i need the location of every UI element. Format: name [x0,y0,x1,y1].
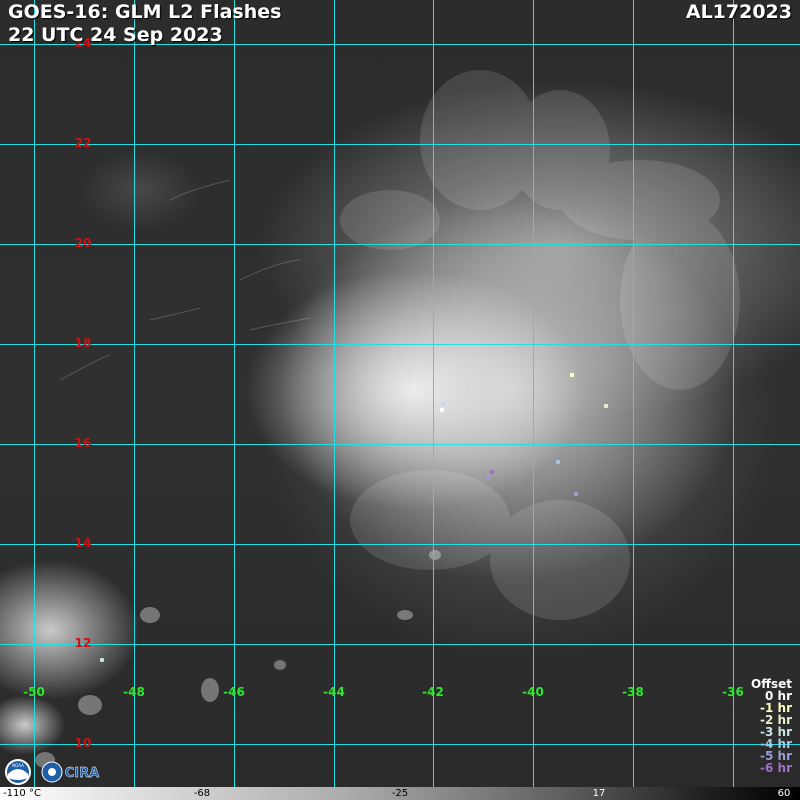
longitude-label: -36 [722,685,744,699]
cloud-texture [35,70,740,768]
longitude-label: -38 [622,685,644,699]
latitude-label: 14 [74,536,92,550]
legend-item: -6 hr [760,761,792,775]
glm-flash [574,492,578,496]
colorbar-label: -68 [193,788,211,799]
latitude-label: 12 [74,636,92,650]
longitude-label: -44 [323,685,345,699]
colorbar-label: -25 [391,788,409,799]
latitude-gridline [0,744,800,745]
latitude-label: 18 [74,336,92,350]
noaa-logo-text: NOAA [12,763,24,768]
timestamp: 22 UTC 24 Sep 2023 [8,24,223,46]
product-title: GOES-16: GLM L2 Flashes [8,1,282,23]
longitude-gridline [533,0,534,787]
latitude-label: 16 [74,436,92,450]
glm-flash [490,470,494,474]
longitude-gridline [334,0,335,787]
latitude-label: 22 [74,136,92,150]
cira-logo-icon: CIRA [41,761,99,783]
storm-id: AL172023 [685,1,792,23]
glm-flash [556,460,560,464]
offset-legend: Offset 0 hr -1 hr -2 hr -3 hr -4 hr -5 h… [751,678,792,774]
glm-flash [440,408,444,412]
longitude-label: -42 [422,685,444,699]
longitude-gridline [134,0,135,787]
longitude-label: -48 [123,685,145,699]
glm-flash [486,476,490,480]
latitude-label: 10 [74,736,92,750]
temperature-colorbar: -110 °C -68 -25 17 60 [0,787,800,800]
colorbar-label: 17 [592,788,606,799]
latitude-gridline [0,644,800,645]
cira-logo-text: CIRA [65,766,99,781]
latitude-gridline [0,344,800,345]
longitude-label: -40 [522,685,544,699]
glm-flash [100,658,104,662]
colorbar-label: 60 [777,788,791,799]
latitude-label: 20 [74,236,92,250]
latitude-gridline [0,244,800,245]
satellite-image: 24 22 20 18 16 14 12 10 -50 -48 -46 -44 … [0,0,800,800]
longitude-gridline [234,0,235,787]
glm-flash [441,402,445,406]
longitude-gridline [433,0,434,787]
longitude-gridline [733,0,734,787]
glm-flash [570,373,574,377]
latitude-gridline [0,444,800,445]
longitude-label: -46 [223,685,245,699]
longitude-label: -50 [23,685,45,699]
latitude-gridline [0,144,800,145]
colorbar-label: -110 °C [3,788,41,799]
longitude-gridline [34,0,35,787]
glm-flash [604,404,608,408]
noaa-logo-icon: NOAA [5,759,31,785]
longitude-gridline [633,0,634,787]
agency-logos: NOAA CIRA [5,759,99,785]
latitude-gridline [0,544,800,545]
